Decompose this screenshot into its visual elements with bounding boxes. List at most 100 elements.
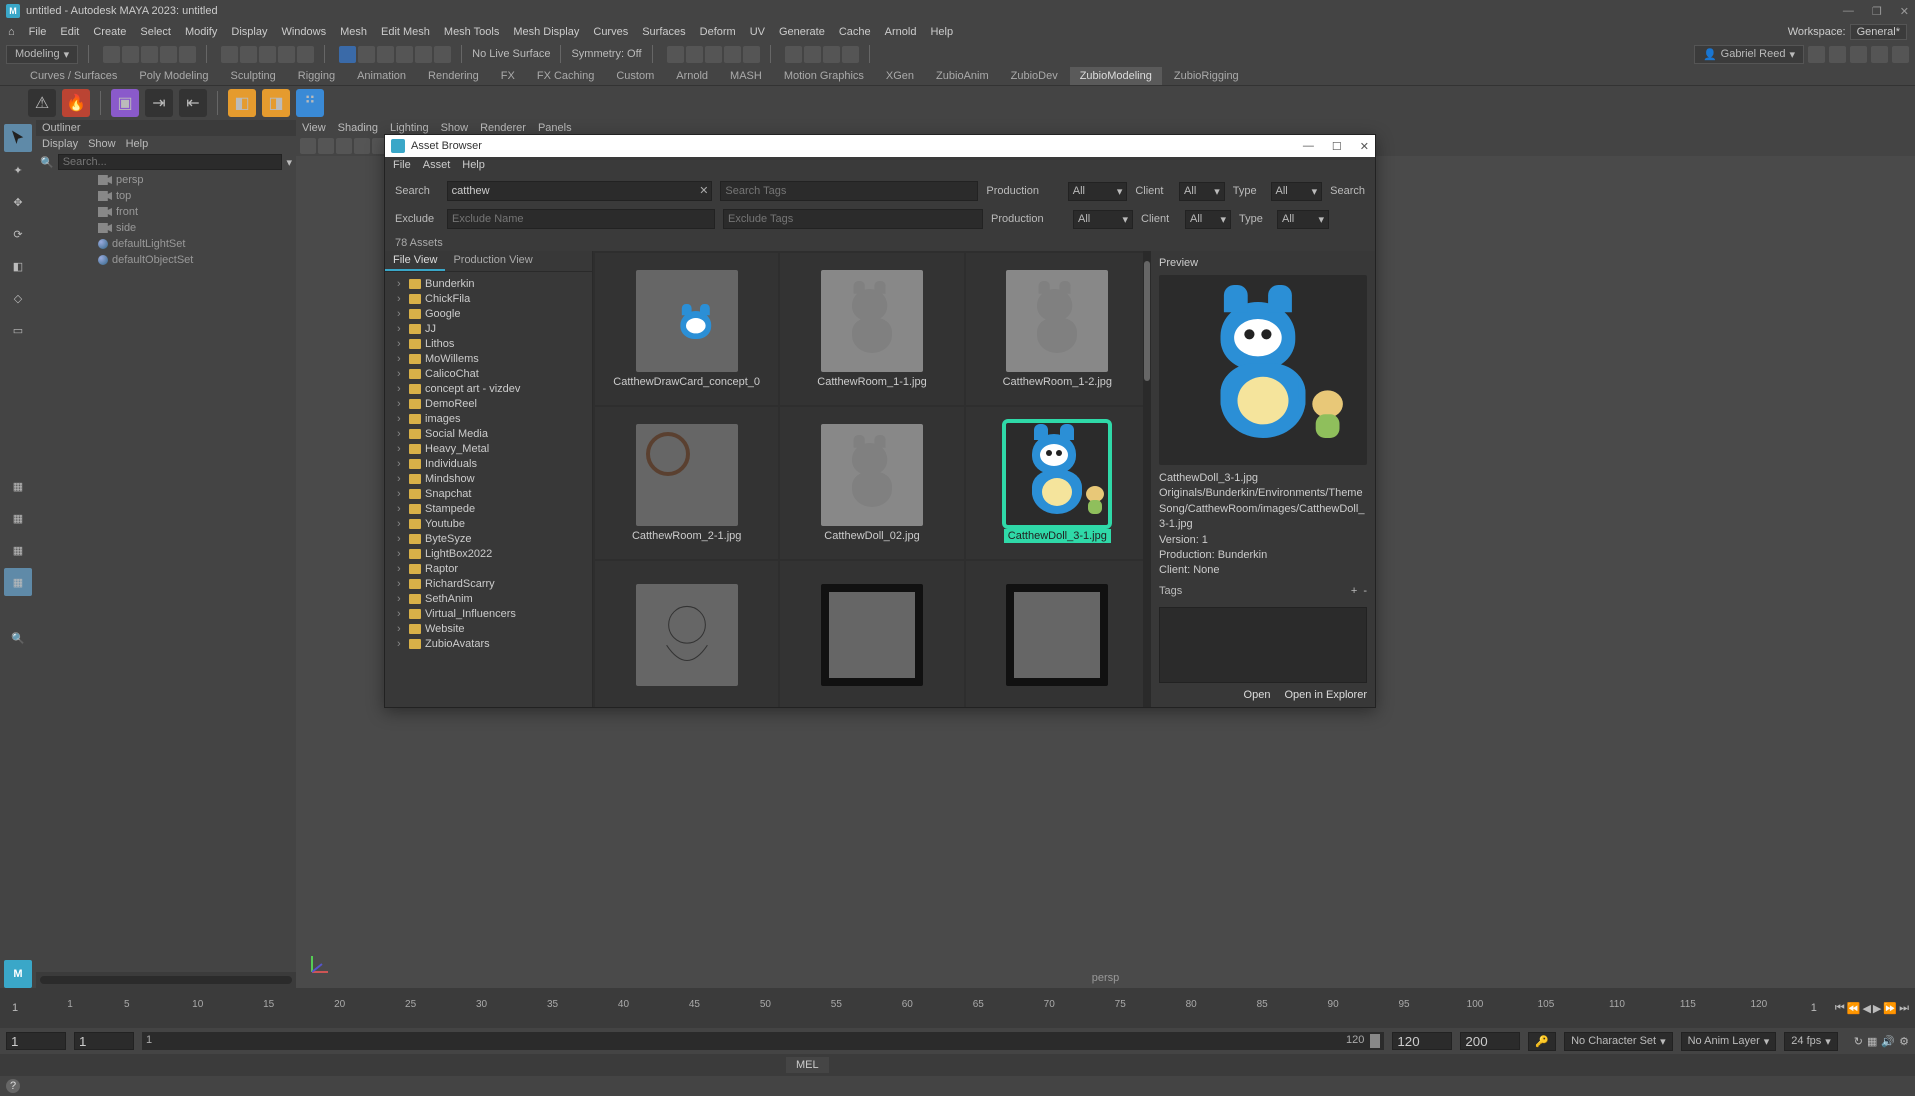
asset-thumbnail[interactable]: CatthewDoll_02.jpg [780,407,963,559]
shelf-tab[interactable]: Arnold [666,67,718,85]
menu-cache[interactable]: Cache [839,26,871,38]
shelf-tab[interactable]: Animation [347,67,416,85]
iprrender-icon[interactable] [705,46,722,63]
shelf-graph-icon[interactable]: ⠛ [296,89,324,117]
exclude-type-selector[interactable]: All▾ [1277,210,1329,229]
pref-icon[interactable]: ⚙ [1899,1035,1909,1048]
snap-plane-icon[interactable] [396,46,413,63]
goto-start-icon[interactable]: ⏮ [1835,1002,1845,1015]
shelf-tab[interactable]: Poly Modeling [129,67,218,85]
menu-meshdisplay[interactable]: Mesh Display [513,26,579,38]
step-back-icon[interactable]: ⏪ [1847,1002,1861,1015]
search-tool-icon[interactable]: 🔍 [4,624,32,652]
render-icon[interactable] [686,46,703,63]
vp-menu-panels[interactable]: Panels [538,122,572,134]
folder-item[interactable]: ›Mindshow [387,471,590,486]
key-icon[interactable]: ▦ [1867,1035,1877,1048]
open-explorer-button[interactable]: Open in Explorer [1284,689,1367,701]
folder-item[interactable]: ›Website [387,621,590,636]
outliner-item[interactable]: defaultObjectSet [44,252,296,268]
assetwin-close-icon[interactable]: ✕ [1360,140,1369,153]
playback-play-icon[interactable] [804,46,821,63]
menu-curves[interactable]: Curves [593,26,628,38]
menu-surfaces[interactable]: Surfaces [642,26,685,38]
asset-thumbnail[interactable]: CatthewRoom_1-1.jpg [780,253,963,405]
menu-generate[interactable]: Generate [779,26,825,38]
selmode5-icon[interactable] [297,46,314,63]
snap-point-icon[interactable] [377,46,394,63]
statusbtn2-icon[interactable] [1829,46,1846,63]
folder-item[interactable]: ›ChickFila [387,291,590,306]
tags-box[interactable] [1159,607,1367,683]
asset-thumbnail[interactable] [595,561,778,707]
soft-tool[interactable]: ▭ [4,316,32,344]
outliner-menu-display[interactable]: Display [42,138,78,150]
autokey-icon[interactable]: 🔑 [1528,1032,1556,1051]
folder-item[interactable]: ›SethAnim [387,591,590,606]
assetwin-menu-help[interactable]: Help [462,159,485,173]
outliner-item[interactable]: side [44,220,296,236]
assetwin-minimize-icon[interactable]: — [1303,140,1314,153]
step-fwd-icon[interactable]: ⏩ [1883,1002,1897,1015]
open-button[interactable]: Open [1244,689,1271,701]
selmode3-icon[interactable] [259,46,276,63]
snap-live-icon[interactable] [434,46,451,63]
assetwin-maximize-icon[interactable]: ☐ [1332,140,1342,153]
folder-item[interactable]: ›concept art - vizdev [387,381,590,396]
type-selector[interactable]: All▾ [1271,182,1323,201]
outliner-menu-help[interactable]: Help [126,138,149,150]
asset-thumbnail[interactable]: CatthewDrawCard_concept_0 [595,253,778,405]
tag-remove-button[interactable]: - [1363,585,1367,597]
user-account[interactable]: 👤 Gabriel Reed ▾ [1694,45,1804,64]
loop-icon[interactable]: ↻ [1854,1035,1863,1048]
search-name-input[interactable] [447,181,713,201]
assetwin-menu-asset[interactable]: Asset [423,159,451,173]
folder-item[interactable]: ›Lithos [387,336,590,351]
clear-search-icon[interactable]: ✕ [699,184,708,197]
shelf-import-icon[interactable]: ⇥ [145,89,173,117]
shelf-tab[interactable]: ZubioRigging [1164,67,1249,85]
goto-end-icon[interactable]: ⏭ [1899,1002,1909,1015]
layout-single-icon[interactable]: ▦ [4,472,32,500]
playback-pause-icon[interactable] [842,46,859,63]
asset-thumbnail[interactable]: CatthewRoom_1-2.jpg [966,253,1149,405]
play-back-icon[interactable]: ◀ [1862,1002,1870,1015]
folder-item[interactable]: ›Bunderkin [387,276,590,291]
outliner-search-input[interactable] [58,154,283,170]
shelf-tab[interactable]: FX [491,67,525,85]
folder-item[interactable]: ›Social Media [387,426,590,441]
symmetry-label[interactable]: Symmetry: Off [571,48,641,60]
timeline[interactable]: 1 15101520253035404550556065707580859095… [0,988,1915,1028]
folder-item[interactable]: ›DemoReel [387,396,590,411]
folder-item[interactable]: ›RichardScarry [387,576,590,591]
selmode4-icon[interactable] [278,46,295,63]
history-icon[interactable] [667,46,684,63]
folder-item[interactable]: ›Raptor [387,561,590,576]
outliner-item[interactable]: top [44,188,296,204]
savescene-icon[interactable] [141,46,158,63]
outliner-scrollbar[interactable] [40,976,292,984]
shelf-tab[interactable]: Sculpting [221,67,286,85]
menu-editmesh[interactable]: Edit Mesh [381,26,430,38]
statusbtn5-icon[interactable] [1892,46,1909,63]
exclude-tags-input[interactable] [723,209,983,229]
undo-icon[interactable] [160,46,177,63]
menu-windows[interactable]: Windows [281,26,326,38]
shelf-cube2-icon[interactable]: ◨ [262,89,290,117]
animlayer-selector[interactable]: No Anim Layer ▾ [1681,1032,1777,1051]
shelf-tab[interactable]: FX Caching [527,67,604,85]
layout-persp-icon[interactable]: ▦ [4,568,32,596]
shelf-tab[interactable]: MASH [720,67,772,85]
folder-item[interactable]: ›ByteSyze [387,531,590,546]
vp-tool-icon[interactable] [300,138,316,154]
folder-item[interactable]: ›MoWillems [387,351,590,366]
selmode2-icon[interactable] [240,46,257,63]
rendersettings-icon[interactable] [743,46,760,63]
client-selector[interactable]: All▾ [1179,182,1225,201]
selmode-icon[interactable] [221,46,238,63]
window-minimize-icon[interactable]: — [1843,5,1854,18]
tree-tab-fileview[interactable]: File View [385,251,445,271]
renderseq-icon[interactable] [724,46,741,63]
folder-item[interactable]: ›Virtual_Influencers [387,606,590,621]
menu-edit[interactable]: Edit [60,26,79,38]
